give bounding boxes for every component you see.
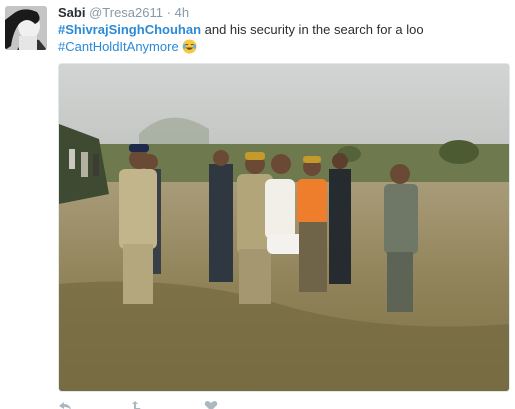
tweet-header: Sabi @Tresa2611 · 4h bbox=[58, 5, 189, 21]
retweet-icon[interactable] bbox=[131, 401, 145, 409]
tweet-card: Sabi @Tresa2611 · 4h #ShivrajSinghChouha… bbox=[0, 0, 515, 409]
author-handle[interactable]: @Tresa2611 bbox=[89, 5, 163, 20]
tears-of-joy-emoji-icon bbox=[182, 39, 197, 54]
tweet-text: #ShivrajSinghChouhan and his security in… bbox=[58, 21, 503, 55]
tweet-actions bbox=[58, 401, 358, 409]
header-separator: · bbox=[166, 5, 171, 20]
author-name[interactable]: Sabi bbox=[58, 5, 85, 20]
tweet-text-body: and his security in the search for a loo bbox=[201, 22, 424, 37]
tweet-photo[interactable] bbox=[58, 63, 510, 392]
hashtag-link[interactable]: #ShivrajSinghChouhan bbox=[58, 22, 201, 37]
user-avatar[interactable] bbox=[5, 6, 47, 50]
reply-icon[interactable] bbox=[58, 401, 72, 409]
like-icon[interactable] bbox=[204, 401, 218, 409]
hashtag-link[interactable]: #CantHoldItAnymore bbox=[58, 39, 179, 54]
tweet-timestamp[interactable]: 4h bbox=[175, 5, 189, 20]
